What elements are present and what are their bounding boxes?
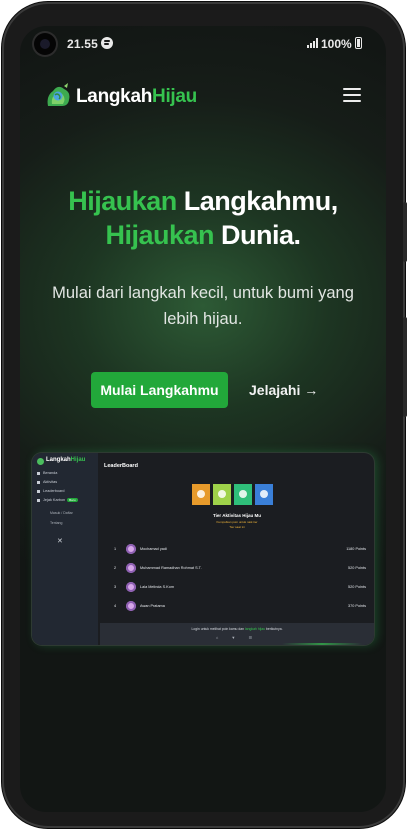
preview-logo-icon [37,458,44,465]
preview-footer: Login untuk melihat poin kamu dan langka… [100,623,374,645]
brand-name-part2: Hijau [152,86,197,107]
avatar [126,544,136,554]
preview-footer-text: Login untuk melihat poin kamu dan langka… [191,627,283,631]
preview-sidebar: LangkahHijau Beranda Aktivitas Leaderboa… [32,453,98,645]
preview-table-row: 2 Muhammad Ramadhan Rohmat S.T. 520 Point… [104,562,366,574]
hero-title-text: Dunia. [214,220,301,250]
avatar [126,582,136,592]
spotify-icon [101,37,113,49]
avatar [126,563,136,573]
preview-brand: LangkahHijau [46,457,86,463]
battery-level: 100% [321,37,352,51]
app-preview-screenshot: LangkahHijau Beranda Aktivitas Leaderboa… [32,453,374,645]
preview-sub-nav-item: Masuk / Daftar [50,511,73,515]
hero-title-text: Langkahmu, [176,186,339,216]
preview-caption: Kumpulkan poin untuk naik tier [216,520,258,524]
phone-side-button [403,202,407,262]
brand-name[interactable]: LangkahHijau [76,86,197,108]
status-bar: 21.55 100% [20,26,386,60]
preview-nav-item: Beranda [37,471,57,475]
preview-caption: Tier saat ini [229,525,245,529]
front-camera [34,33,56,55]
avatar [126,601,136,611]
preview-table-row: 3 Lala Melinda S.Kom 520 Points [104,581,366,593]
brand-name-part1: Langkah [76,86,153,107]
preview-glow-accent [282,643,362,645]
preview-sub-nav-item: Tentang [50,521,63,525]
hero-title-highlight: Hijaukan [105,220,215,250]
preview-title: LeaderBoard [104,463,138,469]
preview-table-row: 4 Awan Pratama 370 Points [104,600,366,612]
phone-screen: 21.55 100% LangkahHijau Hijaukan Langkah… [20,26,386,812]
preview-close-icon: ✕ [57,538,63,545]
signal-icon [307,38,319,48]
preview-nav-item: Leaderboard [37,489,65,493]
hero-subtitle: Mulai dari langkah kecil, untuk bumi yan… [52,284,354,328]
tier-badge-icon [213,484,231,505]
status-time: 21.55 [67,37,99,51]
preview-nav-badge: Baru [67,498,78,502]
preview-nav-item: Aktivitas [37,480,57,484]
tier-badge-icon [192,484,210,505]
start-button[interactable]: Mulai Langkahmu [91,372,228,408]
explore-link[interactable]: Jelajahi → [249,382,318,398]
phone-side-button [403,317,407,417]
hero-title-highlight: Hijaukan [68,186,177,216]
battery-icon [355,37,362,49]
hero-title: Hijaukan Langkahmu, Hijaukan Dunia. [20,184,386,252]
tier-badge-icon [234,484,252,505]
site-header: LangkahHijau [20,60,386,130]
preview-heading: Tier Aktivitas Hijau Mu [212,513,261,518]
preview-main: LeaderBoard Tier Aktivitas Hijau Mu Kump… [100,453,374,645]
preview-table-row: 1 Mochamad yadi 1180 Points [104,543,366,555]
hamburger-menu-icon[interactable] [343,88,361,102]
preview-footer-icons: ⌂ ▼ ☰ [215,635,259,640]
preview-nav-item: Jejak Karbon Baru [37,498,78,502]
logo-icon[interactable] [44,82,72,108]
tier-badge-icon [255,484,273,505]
